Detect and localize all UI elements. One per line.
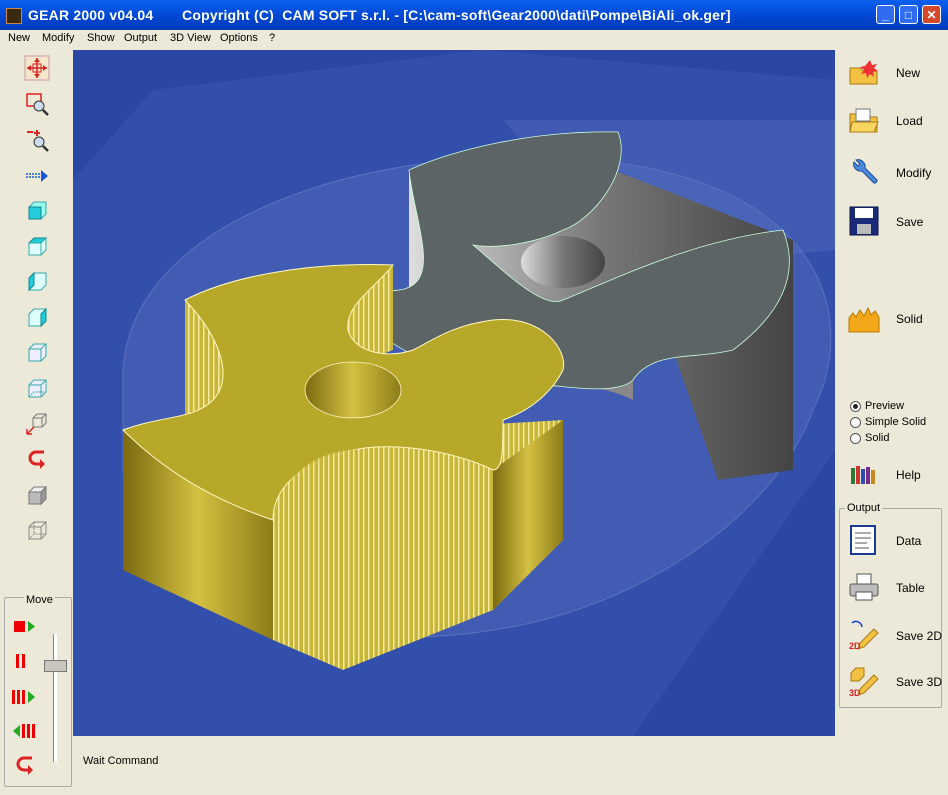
undo-view-icon[interactable] bbox=[24, 446, 50, 472]
view-top-icon[interactable] bbox=[24, 233, 50, 259]
table-button[interactable]: Table bbox=[848, 569, 944, 605]
new-folder-icon bbox=[849, 60, 878, 85]
radio-solid-dot[interactable] bbox=[850, 432, 861, 444]
3d-badge: 3D bbox=[849, 688, 861, 697]
maximize-button[interactable]: □ bbox=[899, 5, 918, 24]
save-3d-label: Save 3D bbox=[896, 675, 943, 689]
books-icon bbox=[851, 466, 875, 484]
solid-label: Solid bbox=[896, 312, 923, 326]
document-icon bbox=[850, 525, 876, 555]
menu-modify[interactable]: Modify bbox=[42, 32, 74, 44]
menu-help[interactable]: ? bbox=[269, 32, 275, 44]
save-2d-button[interactable]: 2D Save 2D bbox=[848, 617, 944, 653]
radio-simple-solid-label: Simple Solid bbox=[865, 416, 927, 428]
data-label: Data bbox=[896, 534, 922, 548]
app-icon[interactable] bbox=[6, 8, 22, 24]
load-button[interactable]: Load bbox=[848, 102, 944, 138]
view-iso2-icon[interactable] bbox=[24, 375, 50, 401]
menu-new[interactable]: New bbox=[8, 32, 30, 44]
load-folder-icon bbox=[849, 108, 879, 133]
zoom-in-out-icon[interactable] bbox=[24, 126, 50, 152]
new-label: New bbox=[896, 66, 921, 80]
2d-badge: 2D bbox=[849, 641, 861, 651]
new-button[interactable]: New bbox=[848, 54, 944, 90]
help-label: Help bbox=[896, 468, 921, 482]
menu-options[interactable]: Options bbox=[220, 32, 258, 44]
radio-preview[interactable]: Preview bbox=[850, 400, 904, 412]
help-button[interactable]: Help bbox=[848, 456, 944, 492]
save-3d-button[interactable]: 3D Save 3D bbox=[848, 663, 944, 699]
return-icon[interactable] bbox=[12, 754, 38, 776]
radio-simple-solid-dot[interactable] bbox=[850, 416, 861, 428]
radio-simple-solid[interactable]: Simple Solid bbox=[850, 416, 926, 428]
window-title: GEAR 2000 v04.04 Copyright (C) CAM SOFT … bbox=[28, 7, 731, 23]
save-2d-label: Save 2D bbox=[896, 629, 943, 643]
close-button[interactable]: ✕ bbox=[922, 5, 941, 24]
wrench-icon bbox=[853, 159, 878, 184]
zoom-window-icon[interactable] bbox=[24, 91, 50, 117]
speed-slider-track[interactable] bbox=[53, 634, 57, 762]
shift-arrow-icon[interactable] bbox=[24, 162, 50, 188]
output-label: Output bbox=[845, 502, 883, 514]
table-label: Table bbox=[896, 581, 925, 595]
move-label: Move bbox=[24, 594, 55, 606]
load-label: Load bbox=[896, 114, 923, 128]
gear-profile-icon bbox=[848, 306, 880, 333]
gear-pump-render bbox=[73, 50, 835, 736]
fast-forward-icon[interactable] bbox=[10, 688, 38, 706]
menu-3d-view[interactable]: 3D View bbox=[170, 32, 211, 44]
pencil-3d-icon: 3D bbox=[849, 667, 879, 697]
status-text: Wait Command bbox=[83, 755, 159, 767]
modify-label: Modify bbox=[896, 166, 932, 180]
radio-preview-dot[interactable] bbox=[850, 400, 861, 412]
menu-bar: New Modify Show Output 3D View Options ? bbox=[0, 30, 948, 49]
save-button[interactable]: Save bbox=[848, 203, 944, 239]
speed-slider-thumb[interactable] bbox=[44, 659, 67, 672]
wire-box-icon[interactable] bbox=[24, 517, 50, 543]
radio-solid-label: Solid bbox=[865, 432, 890, 444]
title-bar: GEAR 2000 v04.04 Copyright (C) CAM SOFT … bbox=[0, 0, 948, 30]
save-label: Save bbox=[896, 215, 924, 229]
menu-show[interactable]: Show bbox=[87, 32, 115, 44]
view-left-icon[interactable] bbox=[24, 268, 50, 294]
solid-button[interactable]: Solid bbox=[848, 300, 944, 336]
rewind-icon[interactable] bbox=[10, 722, 38, 740]
3d-viewport[interactable] bbox=[73, 50, 835, 736]
radio-preview-label: Preview bbox=[865, 400, 905, 412]
view-right-icon[interactable] bbox=[24, 304, 50, 330]
solid-box-icon[interactable] bbox=[24, 482, 50, 508]
modify-button[interactable]: Modify bbox=[848, 154, 944, 190]
floppy-icon bbox=[849, 206, 879, 236]
pan-icon[interactable] bbox=[24, 55, 50, 81]
view-iso-icon[interactable] bbox=[24, 339, 50, 365]
minimize-button[interactable]: _ bbox=[876, 5, 895, 24]
printer-icon bbox=[849, 573, 879, 601]
menu-output[interactable]: Output bbox=[124, 32, 157, 44]
pause-icon[interactable] bbox=[12, 652, 38, 670]
radio-solid[interactable]: Solid bbox=[850, 432, 889, 444]
pencil-2d-icon: 2D bbox=[849, 620, 879, 651]
view-axes-icon[interactable] bbox=[24, 410, 50, 436]
play-icon[interactable] bbox=[12, 618, 38, 636]
data-button[interactable]: Data bbox=[848, 522, 944, 558]
view-front-icon[interactable] bbox=[24, 197, 50, 223]
